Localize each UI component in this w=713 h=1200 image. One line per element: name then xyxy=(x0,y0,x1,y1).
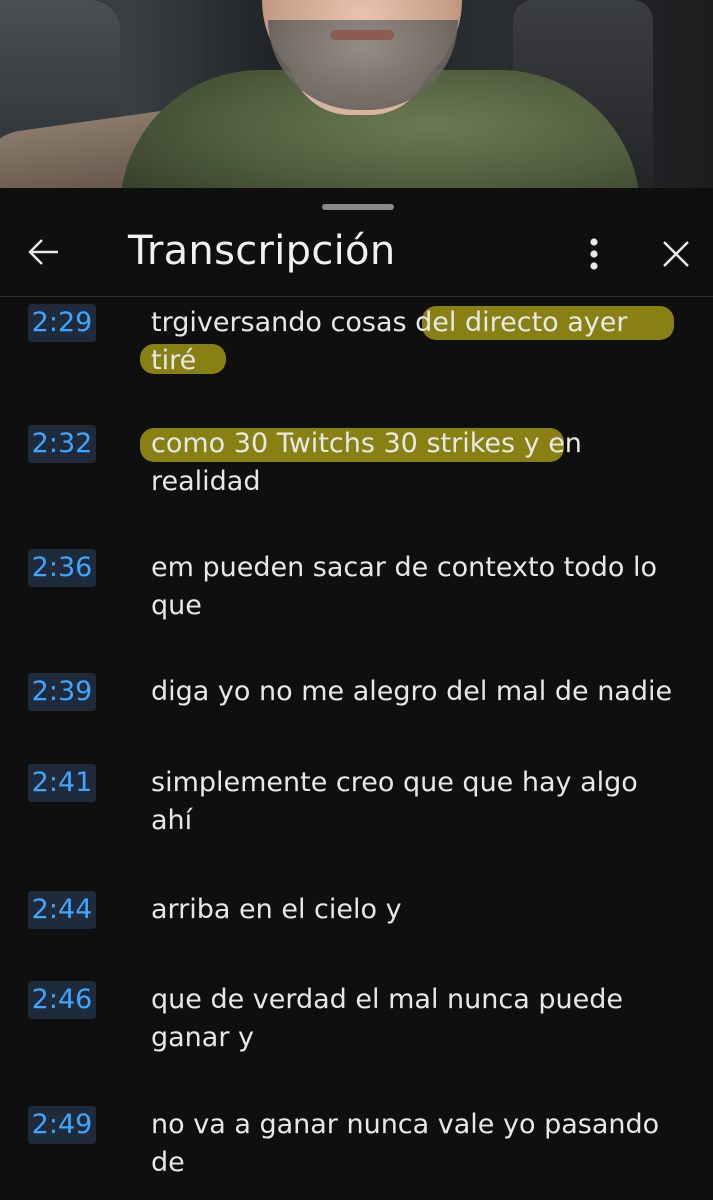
timestamp[interactable]: 2:41 xyxy=(28,764,96,802)
timestamp[interactable]: 2:36 xyxy=(28,549,96,587)
segment-text: em pueden sacar de contexto todo lo que xyxy=(151,549,696,625)
segment-text: como 30 Twitchs 30 strikes y en realidad xyxy=(151,425,696,501)
close-icon[interactable] xyxy=(654,232,698,276)
segment-line: que de verdad el mal nunca puede xyxy=(151,984,623,1015)
drag-handle[interactable] xyxy=(322,204,394,210)
timestamp[interactable]: 2:44 xyxy=(28,891,96,929)
timestamp[interactable]: 2:39 xyxy=(28,673,96,711)
segment-text: trgiversando cosas del directo ayer tiré xyxy=(151,304,696,380)
segment-line: que xyxy=(151,590,202,621)
segment-text: simplemente creo que que hay algo ahí xyxy=(151,764,696,840)
mouth xyxy=(330,30,394,40)
segment-text: que de verdad el mal nunca puede ganar y xyxy=(151,981,696,1057)
transcript-header: Transcripción xyxy=(0,218,713,296)
timestamp[interactable]: 2:46 xyxy=(28,981,96,1019)
more-vertical-icon[interactable] xyxy=(576,232,612,276)
segment-line: no va a ganar nunca vale yo pasando xyxy=(151,1109,660,1140)
header-divider xyxy=(0,296,713,297)
segment-line: ahí xyxy=(151,805,193,836)
segment-line: como 30 Twitchs 30 strikes y en xyxy=(151,428,582,459)
segment-text: diga yo no me alegro del mal de nadie xyxy=(151,673,696,711)
timestamp[interactable]: 2:49 xyxy=(28,1106,96,1144)
segment-line: tiré xyxy=(151,345,197,376)
segment-line: arriba en el cielo y xyxy=(151,894,402,925)
segment-line: em pueden sacar de contexto todo lo xyxy=(151,552,658,583)
timestamp[interactable]: 2:32 xyxy=(28,425,96,463)
page-title: Transcripción xyxy=(128,228,396,274)
segment-line: ganar y xyxy=(151,1022,255,1053)
segment-line: de xyxy=(151,1147,185,1178)
segment-text: arriba en el cielo y xyxy=(151,891,696,929)
arrow-back-icon[interactable] xyxy=(22,230,66,274)
segment-line: realidad xyxy=(151,466,261,497)
segment-line: diga yo no me alegro del mal de nadie xyxy=(151,676,673,707)
segment-line: simplemente creo que que hay algo xyxy=(151,767,638,798)
segment-line: trgiversando cosas del directo ayer xyxy=(151,307,628,338)
segment-text: no va a ganar nunca vale yo pasando de xyxy=(151,1106,696,1182)
timestamp[interactable]: 2:29 xyxy=(28,304,96,342)
video-player[interactable] xyxy=(0,0,713,188)
